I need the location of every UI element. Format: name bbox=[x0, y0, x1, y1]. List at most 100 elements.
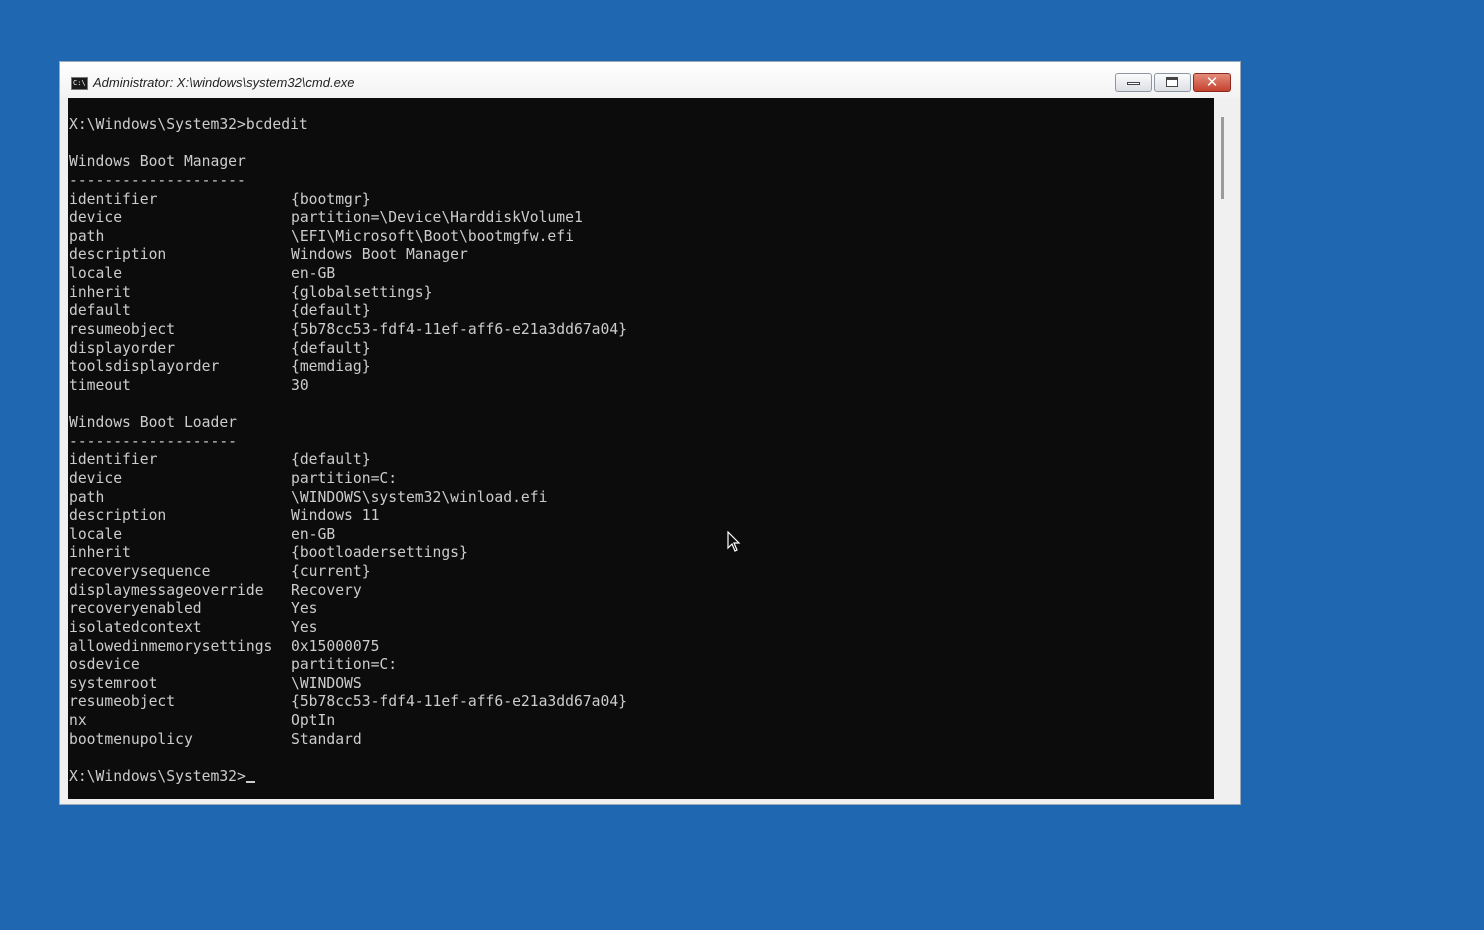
bcd-entry-row: allowedinmemorysettings 0x15000075 bbox=[69, 638, 627, 657]
bcd-entry-row: description Windows 11 bbox=[69, 507, 627, 526]
section-heading: Windows Boot Manager bbox=[69, 153, 246, 171]
vertical-scrollbar[interactable] bbox=[1214, 98, 1233, 799]
bcd-entry-value: partition=C: bbox=[291, 656, 398, 674]
window-title: Administrator: X:\windows\system32\cmd.e… bbox=[93, 75, 355, 90]
bcd-entry-row: path \WINDOWS\system32\winload.efi bbox=[69, 489, 627, 508]
bcd-entry-key: description bbox=[69, 507, 167, 525]
bcd-entry-value: {default} bbox=[291, 339, 371, 357]
bcd-entry-row: locale en-GB bbox=[69, 526, 627, 545]
command-line: X:\Windows\System32>bcdedit bbox=[69, 116, 308, 133]
bcd-entry-key: default bbox=[69, 302, 131, 320]
cmd-icon[interactable]: C:\ bbox=[71, 77, 88, 90]
bcd-entry-row: isolatedcontext Yes bbox=[69, 619, 627, 638]
maximize-button[interactable] bbox=[1154, 73, 1191, 92]
bcd-entry-key: inherit bbox=[69, 283, 131, 301]
terminal-text: X:\Windows\System32>bcdedit Windows Boot … bbox=[69, 116, 627, 787]
bcd-entry-row: systemroot \WINDOWS bbox=[69, 675, 627, 694]
bcd-entry-key: toolsdisplayorder bbox=[69, 358, 220, 376]
bcd-entry-row: inherit {globalsettings} bbox=[69, 284, 627, 303]
section-heading: Windows Boot Loader bbox=[69, 414, 238, 431]
bcd-entry-value: {default} bbox=[291, 302, 371, 320]
bcd-entry-value: Yes bbox=[291, 600, 318, 618]
bcd-entry-key: displayorder bbox=[69, 339, 176, 357]
bcd-entry-key: nx bbox=[69, 712, 87, 729]
bcd-entry-key: bootmenupolicy bbox=[69, 730, 193, 748]
bcd-entry-row: displayorder {default} bbox=[69, 340, 627, 359]
minimize-icon bbox=[1127, 82, 1140, 85]
bcd-entry-value: 30 bbox=[291, 376, 309, 394]
bcd-entry-value: {5b78cc53-fdf4-11ef-aff6-e21a3dd67a04} bbox=[291, 693, 628, 711]
bcd-entry-key: locale bbox=[69, 525, 123, 543]
section-rule: -------------------- bbox=[69, 171, 246, 189]
maximize-icon bbox=[1166, 77, 1178, 87]
text-cursor bbox=[245, 780, 255, 783]
bcd-entry-value: en-GB bbox=[291, 265, 336, 282]
bcd-entry-value: {current} bbox=[291, 563, 371, 580]
bcd-entry-key: inherit bbox=[69, 544, 131, 562]
minimize-button[interactable] bbox=[1115, 73, 1152, 92]
bcd-entry-value: {bootloadersettings} bbox=[291, 544, 468, 562]
bcd-entry-value: {default} bbox=[291, 451, 371, 469]
bcd-entry-value: OptIn bbox=[291, 712, 336, 729]
bcd-entry-row: resumeobject {5b78cc53-fdf4-11ef-aff6-e21… bbox=[69, 693, 627, 712]
bcd-entry-value: {globalsettings} bbox=[291, 283, 433, 301]
bcd-entry-value: partition=C: bbox=[291, 469, 398, 487]
bcd-entry-value: \WINDOWS bbox=[291, 674, 362, 692]
scrollbar-thumb[interactable] bbox=[1221, 117, 1224, 199]
close-button[interactable]: ✕ bbox=[1193, 73, 1231, 92]
bcd-entry-row: timeout 30 bbox=[69, 377, 627, 396]
bcd-entry-value: Recovery bbox=[291, 581, 362, 599]
console-output[interactable]: X:\Windows\System32>bcdedit Windows Boot … bbox=[68, 98, 1214, 799]
bcd-entry-key: description bbox=[69, 246, 167, 264]
bcd-entry-value: Standard bbox=[291, 730, 362, 748]
prompt-text: X:\Windows\System32> bbox=[69, 767, 246, 785]
bcd-entry-value: {5b78cc53-fdf4-11ef-aff6-e21a3dd67a04} bbox=[291, 320, 628, 338]
bcd-entry-key: recoveryenabled bbox=[69, 600, 202, 618]
bcd-entry-row: identifier {bootmgr} bbox=[69, 191, 627, 210]
bcd-entry-row: resumeobject {5b78cc53-fdf4-11ef-aff6-e21… bbox=[69, 321, 627, 340]
bcd-entry-key: locale bbox=[69, 265, 123, 282]
bcd-entry-row: toolsdisplayorder {memdiag} bbox=[69, 358, 627, 377]
title-bar[interactable]: C:\ Administrator: X:\windows\system32\c… bbox=[60, 62, 1240, 98]
close-icon: ✕ bbox=[1205, 73, 1219, 91]
bcd-entry-row: inherit {bootloadersettings} bbox=[69, 544, 627, 563]
section-rule: ------------------- bbox=[69, 432, 238, 450]
cmd-window[interactable]: C:\ Administrator: X:\windows\system32\c… bbox=[59, 61, 1241, 805]
bcd-entry-value: partition=\Device\HarddiskVolume1 bbox=[291, 209, 583, 227]
bcd-entry-row: osdevice partition=C: bbox=[69, 656, 627, 675]
bcd-entry-key: systemroot bbox=[69, 674, 158, 692]
bcd-entry-key: recoverysequence bbox=[69, 563, 211, 580]
bcd-entry-key: osdevice bbox=[69, 656, 140, 674]
bcd-entry-row: device partition=\Device\HarddiskVolume1 bbox=[69, 209, 627, 228]
bcd-entry-row: path \EFI\Microsoft\Boot\bootmgfw.efi bbox=[69, 228, 627, 247]
bcd-entry-key: device bbox=[69, 469, 123, 487]
bcd-entry-value: {memdiag} bbox=[291, 358, 371, 376]
bcd-entry-row: displaymessageoverride Recovery bbox=[69, 582, 627, 601]
bcd-entry-row: nx OptIn bbox=[69, 712, 627, 731]
bcd-entry-row: identifier {default} bbox=[69, 451, 627, 470]
bcd-entry-row: device partition=C: bbox=[69, 470, 627, 489]
bcd-entry-row: description Windows Boot Manager bbox=[69, 246, 627, 265]
bcd-entry-value: 0x15000075 bbox=[291, 637, 380, 655]
bcd-entry-key: resumeobject bbox=[69, 693, 176, 711]
bcd-entry-row: recoveryenabled Yes bbox=[69, 600, 627, 619]
bcd-entry-key: path bbox=[69, 227, 105, 245]
bcd-entry-row: default {default} bbox=[69, 302, 627, 321]
bcd-entry-key: displaymessageoverride bbox=[69, 581, 264, 599]
bcd-entry-value: Windows Boot Manager bbox=[291, 246, 468, 264]
bcd-entry-key: resumeobject bbox=[69, 320, 176, 338]
bcd-entry-value: \WINDOWS\system32\winload.efi bbox=[291, 488, 548, 506]
bcd-entry-key: isolatedcontext bbox=[69, 618, 202, 636]
bcd-entry-row: recoverysequence {current} bbox=[69, 563, 627, 582]
bcd-entry-row: bootmenupolicy Standard bbox=[69, 731, 627, 750]
bcd-entry-value: Yes bbox=[291, 618, 318, 636]
bcd-entry-key: device bbox=[69, 209, 123, 227]
bcd-entry-row: locale en-GB bbox=[69, 265, 627, 284]
mouse-pointer-icon bbox=[727, 531, 741, 552]
prompt-line[interactable]: X:\Windows\System32> bbox=[69, 768, 627, 787]
bcd-entry-key: timeout bbox=[69, 376, 131, 394]
bcd-entry-key: allowedinmemorysettings bbox=[69, 637, 273, 655]
